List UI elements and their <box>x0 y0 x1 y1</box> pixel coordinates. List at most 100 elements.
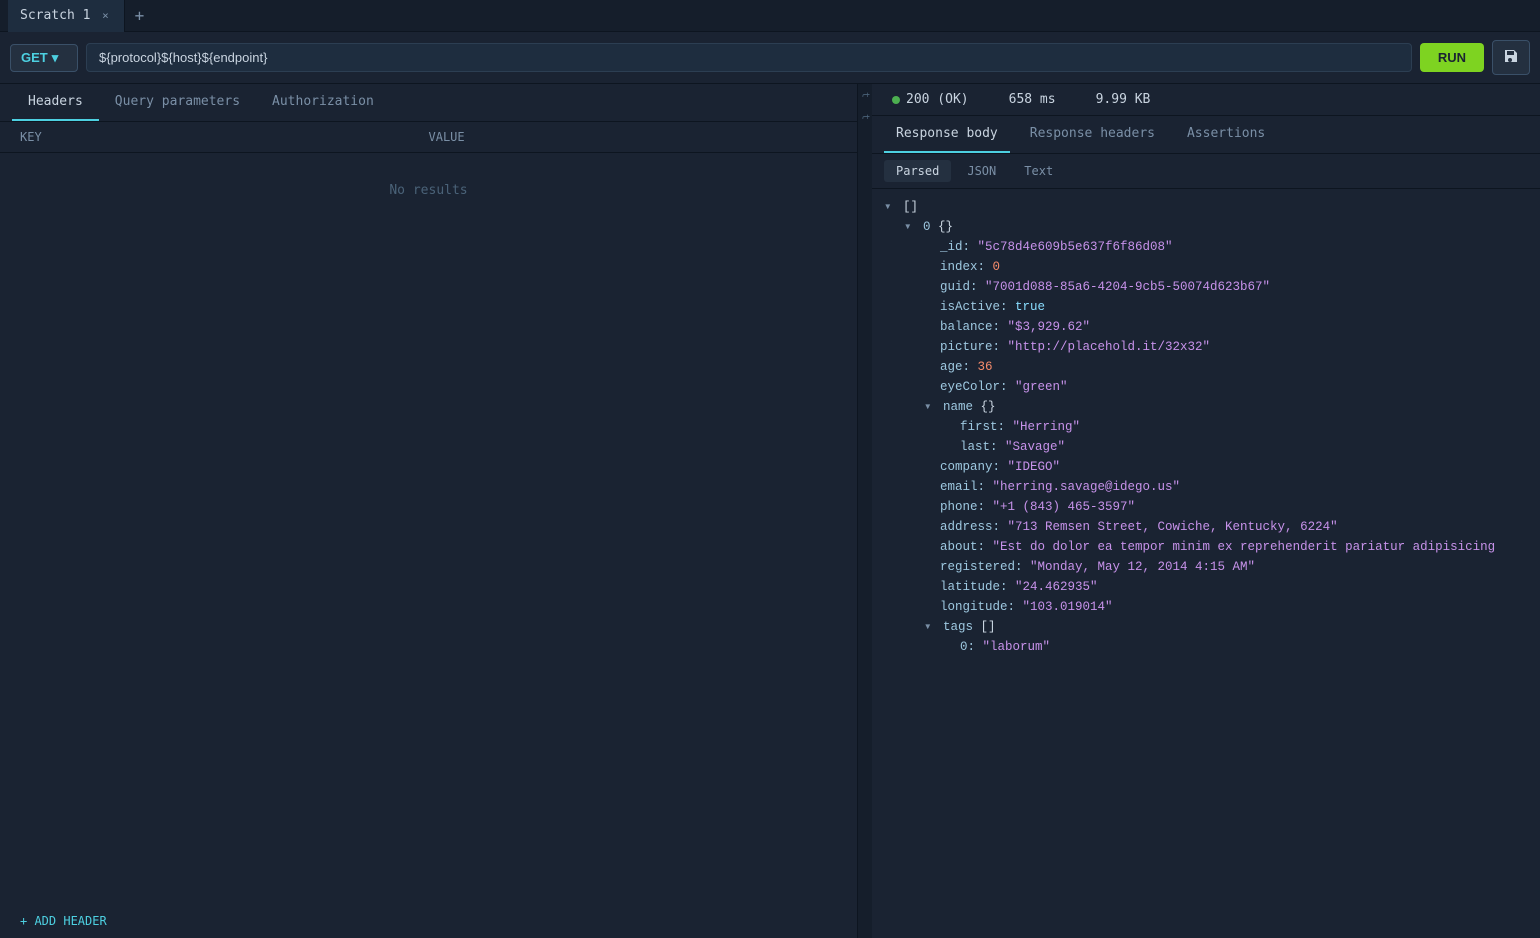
toggle-button[interactable]: ▾ <box>924 397 939 417</box>
json-key: age: <box>940 357 978 377</box>
response-time: 658 ms <box>1009 92 1056 107</box>
json-key: latitude: <box>940 577 1015 597</box>
json-value: "green" <box>1015 377 1068 397</box>
json-value: "IDEGO" <box>1008 457 1061 477</box>
json-key: registered: <box>940 557 1030 577</box>
main-layout: Headers Query parameters Authorization K… <box>0 84 1540 938</box>
scratch-tab[interactable]: Scratch 1 × <box>8 0 125 32</box>
add-tab-button[interactable]: + <box>125 2 153 30</box>
json-line: longitude: "103.019014" <box>884 597 1528 617</box>
sub-tabs: Headers Query parameters Authorization <box>0 84 857 122</box>
bracket: {} <box>938 217 953 237</box>
json-value: "713 Remsen Street, Cowiche, Kentucky, 6… <box>1008 517 1338 537</box>
json-line: 0: "laborum" <box>884 637 1528 657</box>
json-key: longitude: <box>940 597 1023 617</box>
json-line: index: 0 <box>884 257 1528 277</box>
side-strip-item[interactable]: t <box>858 84 873 106</box>
key-column-header: Key <box>20 130 429 144</box>
tab-parsed[interactable]: Parsed <box>884 160 951 182</box>
json-value: 0 <box>993 257 1001 277</box>
json-value: 36 <box>978 357 993 377</box>
json-line: isActive: true <box>884 297 1528 317</box>
json-viewer: ▾ []▾ 0 {}_id: "5c78d4e609b5e637f6f86d08… <box>872 189 1540 938</box>
save-button[interactable] <box>1492 40 1530 75</box>
tab-response-body[interactable]: Response body <box>884 116 1010 153</box>
url-input[interactable] <box>86 43 1412 72</box>
status-code: 200 (OK) <box>892 92 969 107</box>
status-bar: 200 (OK) 658 ms 9.99 KB <box>872 84 1540 116</box>
json-line: picture: "http://placehold.it/32x32" <box>884 337 1528 357</box>
json-line: company: "IDEGO" <box>884 457 1528 477</box>
url-bar-row: GET ▾ RUN <box>0 32 1540 84</box>
tab-headers[interactable]: Headers <box>12 84 99 121</box>
json-line: balance: "$3,929.62" <box>884 317 1528 337</box>
json-key: phone: <box>940 497 993 517</box>
add-header-button[interactable]: + ADD HEADER <box>0 904 857 938</box>
json-key: _id: <box>940 237 978 257</box>
json-line: guid: "7001d088-85a6-4204-9cb5-50074d623… <box>884 277 1528 297</box>
json-line: ▾ 0 {} <box>884 217 1528 237</box>
toggle-button[interactable]: ▾ <box>924 617 939 637</box>
json-value: "Est do dolor ea tempor minim ex reprehe… <box>993 537 1496 557</box>
json-key: name <box>943 397 981 417</box>
json-value: "5c78d4e609b5e637f6f86d08" <box>978 237 1173 257</box>
side-strip-item-2[interactable]: t <box>858 106 873 128</box>
tab-label: Scratch 1 <box>20 8 90 23</box>
json-key: 0: <box>960 637 983 657</box>
json-key: balance: <box>940 317 1008 337</box>
method-selector[interactable]: GET ▾ <box>10 44 78 72</box>
left-panel: Headers Query parameters Authorization K… <box>0 84 858 938</box>
tab-response-headers[interactable]: Response headers <box>1018 116 1167 153</box>
json-value: "Savage" <box>1005 437 1065 457</box>
json-line: email: "herring.savage@idego.us" <box>884 477 1528 497</box>
tab-authorization[interactable]: Authorization <box>256 84 390 121</box>
tab-json[interactable]: JSON <box>955 160 1008 182</box>
json-line: ▾ name {} <box>884 397 1528 417</box>
no-results-message: No results <box>0 153 857 228</box>
right-panel: 200 (OK) 658 ms 9.99 KB Response body Re… <box>872 84 1540 938</box>
toggle-button[interactable]: ▾ <box>884 197 899 217</box>
json-key: first: <box>960 417 1013 437</box>
json-line: first: "Herring" <box>884 417 1528 437</box>
json-value: "$3,929.62" <box>1008 317 1091 337</box>
close-tab-icon[interactable]: × <box>98 9 112 23</box>
method-dropdown-icon: ▾ <box>52 50 59 66</box>
response-tabs: Response body Response headers Assertion… <box>872 116 1540 154</box>
toggle-button[interactable]: ▾ <box>904 217 919 237</box>
json-key: email: <box>940 477 993 497</box>
tab-query-parameters[interactable]: Query parameters <box>99 84 256 121</box>
json-key: index: <box>940 257 993 277</box>
method-label: GET <box>21 50 48 65</box>
json-line: age: 36 <box>884 357 1528 377</box>
json-value: "http://placehold.it/32x32" <box>1008 337 1211 357</box>
json-line: registered: "Monday, May 12, 2014 4:15 A… <box>884 557 1528 577</box>
json-key: 0 <box>923 217 938 237</box>
tab-text[interactable]: Text <box>1012 160 1065 182</box>
json-value: "24.462935" <box>1015 577 1098 597</box>
value-column-header: Value <box>429 130 838 144</box>
json-value: "+1 (843) 465-3597" <box>993 497 1136 517</box>
bracket: {} <box>981 397 996 417</box>
side-strip: t t <box>858 84 872 938</box>
bracket: [] <box>981 617 996 637</box>
json-key: company: <box>940 457 1008 477</box>
json-key: picture: <box>940 337 1008 357</box>
status-dot <box>892 96 900 104</box>
json-line: phone: "+1 (843) 465-3597" <box>884 497 1528 517</box>
tab-bar: Scratch 1 × + <box>0 0 1540 32</box>
json-key: about: <box>940 537 993 557</box>
json-value: "herring.savage@idego.us" <box>993 477 1181 497</box>
json-line: _id: "5c78d4e609b5e637f6f86d08" <box>884 237 1528 257</box>
json-value: "7001d088-85a6-4204-9cb5-50074d623b67" <box>985 277 1270 297</box>
bracket: [] <box>903 197 918 217</box>
tab-assertions[interactable]: Assertions <box>1175 116 1277 153</box>
json-key: isActive: <box>940 297 1015 317</box>
json-value: true <box>1015 297 1045 317</box>
json-line: ▾ [] <box>884 197 1528 217</box>
json-line: address: "713 Remsen Street, Cowiche, Ke… <box>884 517 1528 537</box>
json-key: guid: <box>940 277 985 297</box>
json-value: "laborum" <box>983 637 1051 657</box>
json-value: "Herring" <box>1013 417 1081 437</box>
view-tabs: Parsed JSON Text <box>872 154 1540 189</box>
run-button[interactable]: RUN <box>1420 43 1484 72</box>
